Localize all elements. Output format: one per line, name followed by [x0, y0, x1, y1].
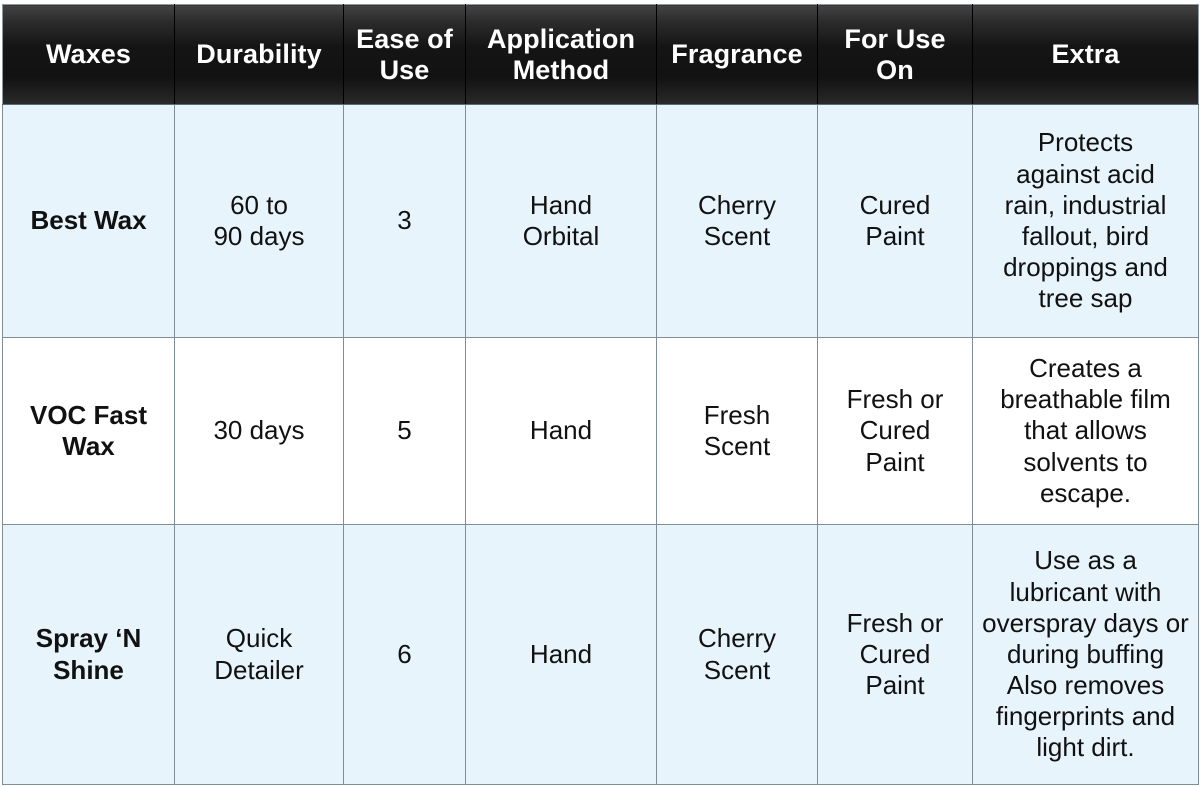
- cell-method: Hand: [465, 524, 657, 785]
- header-row: Waxes Durability Ease of Use Application…: [2, 4, 1199, 105]
- cell-waxes: Spray ‘N Shine: [2, 524, 175, 785]
- cell-waxes-text: Spray ‘N Shine: [35, 623, 142, 685]
- cell-ease-text: 6: [397, 638, 412, 669]
- column-header-durability: Durability: [174, 4, 344, 105]
- table-row: Spray ‘N Shine Quick Detailer 6 Hand Che…: [2, 524, 1199, 785]
- cell-ease-text: 5: [397, 415, 412, 446]
- cell-foruse: Cured Paint: [817, 104, 973, 338]
- cell-ease-text: 3: [397, 205, 412, 236]
- waxes-comparison-table: Waxes Durability Ease of Use Application…: [2, 4, 1199, 785]
- table-row: VOC Fast Wax 30 days 5 Hand Fresh Scent …: [2, 337, 1199, 525]
- cell-extra-text: Use as a lubricant with overspray days o…: [982, 545, 1189, 763]
- cell-durability-text: 60 to 90 days: [213, 189, 305, 251]
- cell-ease: 6: [343, 524, 466, 785]
- cell-fragrance: Cherry Scent: [656, 104, 818, 338]
- cell-waxes-text: VOC Fast Wax: [29, 399, 148, 461]
- column-header-waxes-label: Waxes: [45, 39, 132, 70]
- cell-durability: 60 to 90 days: [174, 104, 344, 338]
- table-container: Waxes Durability Ease of Use Application…: [0, 0, 1200, 786]
- table-body: Best Wax 60 to 90 days 3 Hand Orbital Ch…: [2, 104, 1199, 785]
- cell-waxes-text: Best Wax: [30, 205, 147, 236]
- cell-method-text: Hand Orbital: [522, 189, 600, 251]
- cell-foruse-text: Fresh or Cured Paint: [846, 607, 944, 701]
- column-header-durability-label: Durability: [196, 39, 322, 70]
- cell-durability: 30 days: [174, 337, 344, 525]
- column-header-application-method: Application Method: [465, 4, 657, 105]
- cell-foruse-text: Cured Paint: [859, 189, 931, 251]
- cell-foruse: Fresh or Cured Paint: [817, 524, 973, 785]
- cell-fragrance: Fresh Scent: [656, 337, 818, 525]
- cell-fragrance: Cherry Scent: [656, 524, 818, 785]
- column-header-waxes: Waxes: [2, 4, 175, 105]
- cell-method-text: Hand: [529, 415, 593, 446]
- cell-method: Hand: [465, 337, 657, 525]
- column-header-fragrance-label: Fragrance: [671, 39, 803, 70]
- cell-waxes: Best Wax: [2, 104, 175, 338]
- cell-waxes: VOC Fast Wax: [2, 337, 175, 525]
- column-header-application-method-label: Application Method: [486, 24, 636, 85]
- column-header-fragrance: Fragrance: [656, 4, 818, 105]
- column-header-ease-of-use: Ease of Use: [343, 4, 466, 105]
- cell-extra-text: Protects against acid rain, industrial f…: [1003, 127, 1168, 314]
- cell-method-text: Hand: [529, 638, 593, 669]
- cell-fragrance-text: Cherry Scent: [697, 623, 776, 685]
- cell-fragrance-text: Cherry Scent: [697, 189, 776, 251]
- cell-foruse-text: Fresh or Cured Paint: [846, 384, 944, 477]
- cell-durability-text: 30 days: [213, 415, 305, 446]
- cell-ease: 5: [343, 337, 466, 525]
- column-header-for-use-on-label: For Use On: [844, 24, 946, 85]
- cell-extra: Creates a breathable film that allows so…: [972, 337, 1199, 525]
- cell-fragrance-text: Fresh Scent: [703, 399, 771, 461]
- cell-extra: Protects against acid rain, industrial f…: [972, 104, 1199, 338]
- cell-foruse: Fresh or Cured Paint: [817, 337, 973, 525]
- cell-durability-text: Quick Detailer: [214, 623, 304, 685]
- cell-ease: 3: [343, 104, 466, 338]
- column-header-for-use-on: For Use On: [817, 4, 973, 105]
- cell-durability: Quick Detailer: [174, 524, 344, 785]
- column-header-extra-label: Extra: [1051, 39, 1120, 70]
- cell-extra-text: Creates a breathable film that allows so…: [1000, 353, 1171, 508]
- table-row: Best Wax 60 to 90 days 3 Hand Orbital Ch…: [2, 104, 1199, 338]
- column-header-extra: Extra: [972, 4, 1199, 105]
- table-header: Waxes Durability Ease of Use Application…: [2, 4, 1199, 105]
- cell-extra: Use as a lubricant with overspray days o…: [972, 524, 1199, 785]
- column-header-ease-of-use-label: Ease of Use: [356, 24, 453, 85]
- cell-method: Hand Orbital: [465, 104, 657, 338]
